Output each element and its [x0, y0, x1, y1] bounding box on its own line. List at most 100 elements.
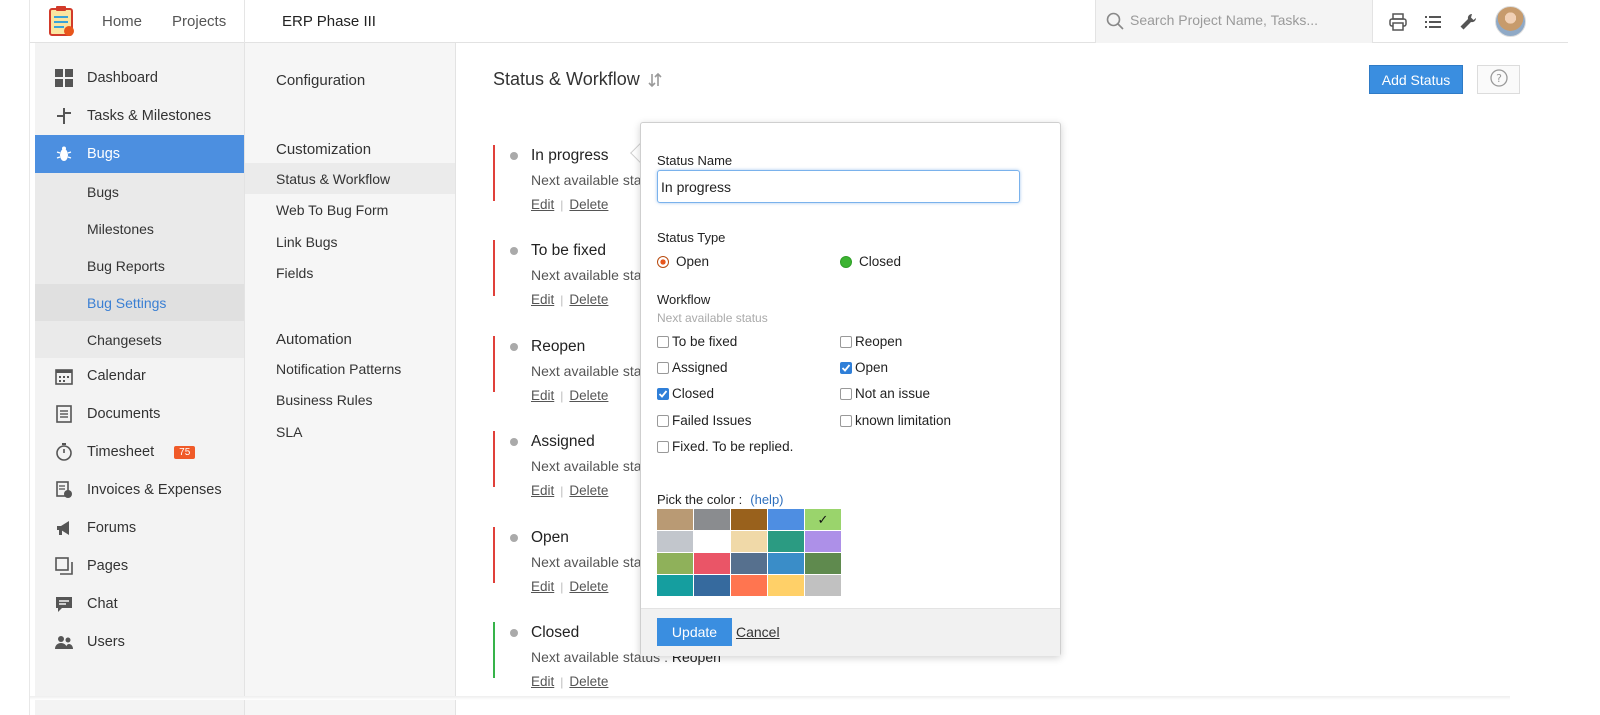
sidebar-item-bugs[interactable]: Bugs [35, 135, 244, 173]
sidebar-item-invoices[interactable]: Invoices & Expenses [35, 471, 244, 509]
color-swatch[interactable] [731, 531, 767, 552]
config-item-business-rules[interactable]: Business Rules [245, 384, 455, 415]
delete-link[interactable]: Delete [569, 292, 608, 307]
delete-link[interactable]: Delete [569, 483, 608, 498]
user-avatar[interactable] [1495, 6, 1526, 37]
drag-handle-icon[interactable] [510, 629, 518, 637]
drag-handle-icon[interactable] [510, 438, 518, 446]
edit-link[interactable]: Edit [531, 388, 554, 403]
config-item-web-to-bug-form[interactable]: Web To Bug Form [245, 194, 455, 225]
delete-link[interactable]: Delete [569, 388, 608, 403]
color-swatch[interactable] [657, 531, 693, 552]
project-title[interactable]: ERP Phase III [282, 13, 376, 30]
color-swatch[interactable] [731, 553, 767, 574]
workflow-option-closed[interactable]: Closed [657, 386, 714, 401]
edit-link[interactable]: Edit [531, 579, 554, 594]
status-name-input[interactable] [657, 170, 1020, 203]
add-status-button[interactable]: Add Status [1369, 65, 1463, 94]
status-type-closed-radio[interactable]: Closed [840, 254, 901, 269]
workflow-option-reopen[interactable]: Reopen [840, 334, 902, 349]
checkbox[interactable] [657, 414, 669, 427]
color-swatch[interactable] [694, 509, 730, 530]
config-item-sla[interactable]: SLA [245, 416, 455, 447]
status-type-open-radio[interactable]: Open [657, 254, 709, 269]
top-icons [1387, 11, 1492, 33]
checkbox[interactable] [840, 414, 852, 427]
sidebar-sub-milestones[interactable]: Milestones [35, 210, 244, 247]
sidebar-item-forums[interactable]: Forums [35, 509, 244, 547]
color-swatch[interactable] [768, 509, 804, 530]
edit-link[interactable]: Edit [531, 292, 554, 307]
sidebar-sub-bug-settings[interactable]: Bug Settings [35, 284, 244, 321]
color-swatch[interactable] [657, 509, 693, 530]
config-divider [455, 43, 456, 715]
color-swatch[interactable] [657, 553, 693, 574]
update-button[interactable]: Update [657, 618, 732, 646]
config-item-fields[interactable]: Fields [245, 257, 455, 288]
config-item-link-bugs[interactable]: Link Bugs [245, 226, 455, 257]
color-swatch[interactable] [805, 575, 841, 596]
reorder-icon[interactable] [647, 72, 663, 88]
edit-link[interactable]: Edit [531, 197, 554, 212]
color-swatch[interactable] [694, 575, 730, 596]
workflow-option-fixed-to-be-replied[interactable]: Fixed. To be replied. [657, 439, 793, 454]
sidebar-item-dashboard[interactable]: Dashboard [35, 59, 244, 97]
workflow-option-failed-issues[interactable]: Failed Issues [657, 413, 752, 428]
color-swatch[interactable] [657, 575, 693, 596]
help-button[interactable]: ? [1477, 65, 1520, 94]
delete-link[interactable]: Delete [569, 197, 608, 212]
nav-projects[interactable]: Projects [172, 13, 226, 30]
sidebar-sub-changesets[interactable]: Changesets [35, 321, 244, 358]
drag-handle-icon[interactable] [510, 247, 518, 255]
checkbox[interactable] [657, 361, 669, 374]
sidebar-item-chat[interactable]: Chat [35, 585, 244, 623]
delete-link[interactable]: Delete [569, 579, 608, 594]
color-swatch[interactable] [768, 575, 804, 596]
wrench-icon[interactable] [1457, 11, 1479, 33]
delete-link[interactable]: Delete [569, 674, 608, 689]
drag-handle-icon[interactable] [510, 534, 518, 542]
workflow-option-to-be-fixed[interactable]: To be fixed [657, 334, 737, 349]
checkbox-checked[interactable] [657, 387, 669, 400]
color-swatch[interactable] [805, 531, 841, 552]
checkbox-checked[interactable] [840, 361, 852, 374]
drag-handle-icon[interactable] [510, 152, 518, 160]
color-swatch[interactable] [731, 575, 767, 596]
color-swatch[interactable] [731, 509, 767, 530]
color-swatch[interactable] [805, 553, 841, 574]
status-name: Open [531, 529, 569, 546]
checkbox[interactable] [657, 440, 669, 453]
sidebar-item-documents[interactable]: Documents [35, 395, 244, 433]
sidebar-item-pages[interactable]: Pages [35, 547, 244, 585]
checkbox[interactable] [840, 387, 852, 400]
color-swatch[interactable] [694, 553, 730, 574]
workflow-option-known-limitation[interactable]: known limitation [840, 413, 951, 428]
checkbox[interactable] [840, 335, 852, 348]
color-swatch-selected[interactable]: ✓ [805, 509, 841, 530]
color-help-link[interactable]: (help) [750, 492, 783, 507]
nav-home[interactable]: Home [102, 13, 142, 30]
workflow-option-open[interactable]: Open [840, 360, 888, 375]
edit-link[interactable]: Edit [531, 674, 554, 689]
sidebar-sub-bugs[interactable]: Bugs [35, 173, 244, 210]
list-icon[interactable] [1422, 11, 1444, 33]
sidebar-item-tasks[interactable]: Tasks & Milestones [35, 97, 244, 135]
color-swatch[interactable] [768, 553, 804, 574]
drag-handle-icon[interactable] [510, 343, 518, 351]
sidebar-item-timesheet[interactable]: Timesheet 75 [35, 433, 244, 471]
config-item-status-workflow[interactable]: Status & Workflow [245, 163, 455, 194]
edit-link[interactable]: Edit [531, 483, 554, 498]
cancel-link[interactable]: Cancel [736, 624, 780, 640]
app-logo-icon[interactable] [44, 5, 78, 39]
print-icon[interactable] [1387, 11, 1409, 33]
workflow-option-not-an-issue[interactable]: Not an issue [840, 386, 930, 401]
color-swatch[interactable] [694, 531, 730, 552]
checkbox[interactable] [657, 335, 669, 348]
sidebar-sub-bug-reports[interactable]: Bug Reports [35, 247, 244, 284]
config-item-notification-patterns[interactable]: Notification Patterns [245, 353, 455, 384]
sidebar-item-users[interactable]: Users [35, 623, 244, 661]
sidebar-item-calendar[interactable]: Calendar [35, 357, 244, 395]
workflow-option-assigned[interactable]: Assigned [657, 360, 728, 375]
search-input[interactable] [1130, 12, 1366, 28]
color-swatch[interactable] [768, 531, 804, 552]
